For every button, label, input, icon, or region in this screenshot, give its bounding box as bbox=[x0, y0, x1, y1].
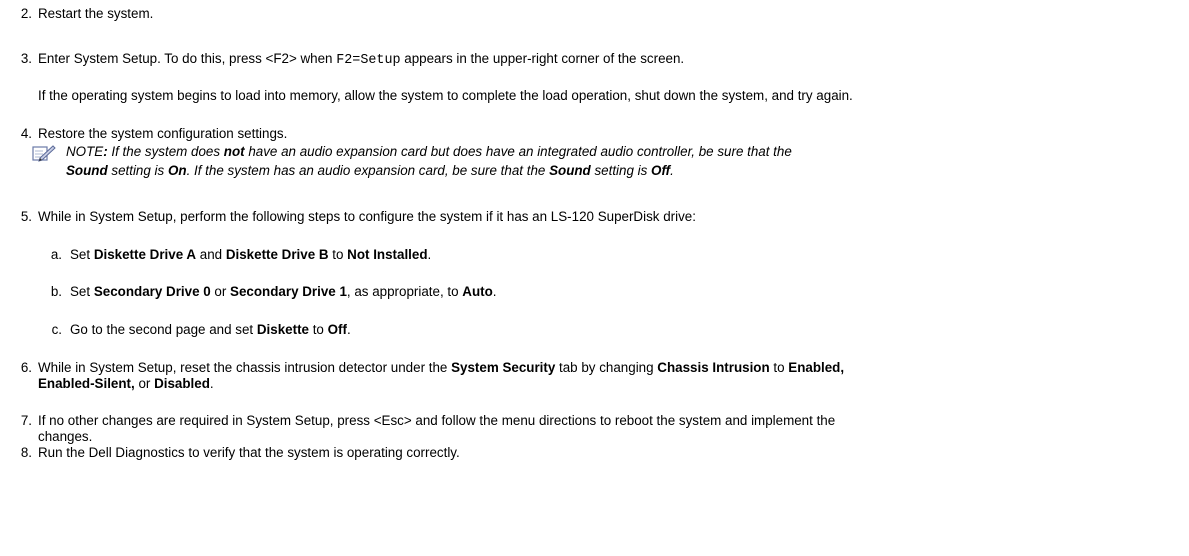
step-number: 8. bbox=[20, 445, 32, 460]
step-text-line-1: While in System Setup, reset the chassis… bbox=[38, 360, 845, 375]
step-number: 3. bbox=[20, 51, 32, 66]
step-number: 2. bbox=[20, 6, 32, 21]
step-text-line-2: Enabled-Silent, or Disabled. bbox=[38, 376, 214, 391]
step-text: While in System Setup, perform the follo… bbox=[38, 209, 696, 224]
step-text: Run the Dell Diagnostics to verify that … bbox=[38, 445, 460, 460]
step-text: Restore the system configuration setting… bbox=[38, 126, 288, 141]
note-line-2: Sound setting is On. If the system has a… bbox=[66, 163, 674, 178]
substep-letter: a. bbox=[50, 247, 62, 262]
substep-text: Set Diskette Drive A and Diskette Drive … bbox=[70, 247, 432, 262]
substep-text: Set Secondary Drive 0 or Secondary Drive… bbox=[70, 284, 497, 299]
note-pencil-icon bbox=[32, 145, 56, 162]
step-number: 7. bbox=[20, 413, 32, 428]
step-paragraph: If the operating system begins to load i… bbox=[38, 88, 853, 103]
step-number: 5. bbox=[20, 209, 32, 224]
step-text-line-1: If no other changes are required in Syst… bbox=[38, 413, 836, 428]
substep-text: Go to the second page and set Diskette t… bbox=[70, 322, 351, 337]
substep-letter: c. bbox=[51, 322, 62, 337]
step-number: 4. bbox=[20, 126, 32, 141]
step-number: 6. bbox=[20, 360, 32, 375]
note-line-1: NOTE: If the system does not have an aud… bbox=[66, 144, 792, 159]
step-text: Restart the system. bbox=[38, 6, 154, 21]
step-text: Enter System Setup. To do this, press <F… bbox=[38, 51, 685, 68]
substep-letter: b. bbox=[50, 284, 62, 299]
step-text-line-2: changes. bbox=[38, 429, 93, 444]
key-code: F2=Setup bbox=[336, 53, 401, 68]
